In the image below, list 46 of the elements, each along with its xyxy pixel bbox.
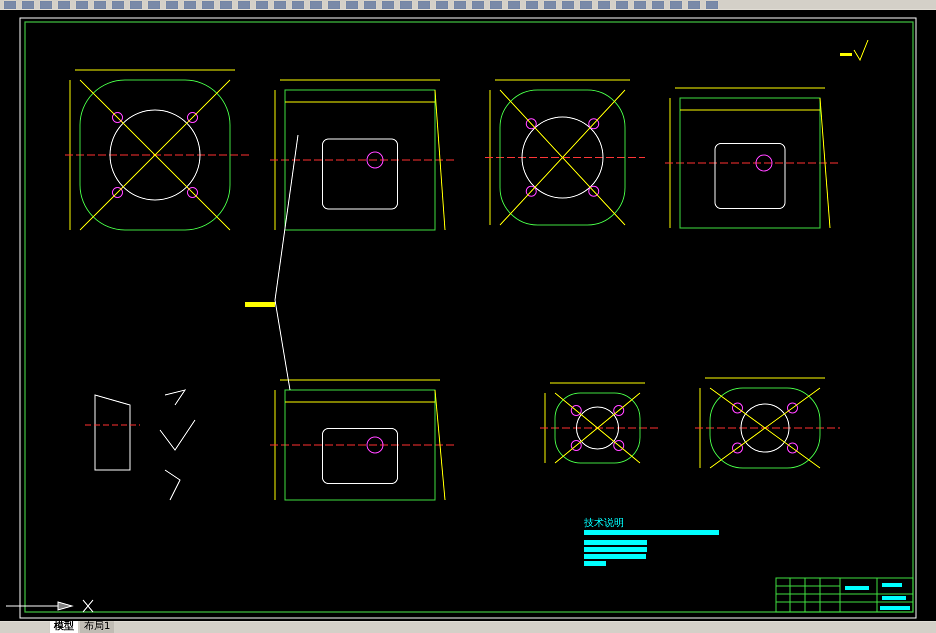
toolbar-icon[interactable] [436, 1, 448, 9]
label-tag [245, 302, 275, 307]
toolbar-icon[interactable] [166, 1, 178, 9]
toolbar-icon[interactable] [382, 1, 394, 9]
toolbar-icon[interactable] [544, 1, 556, 9]
toolbar-icon[interactable] [274, 1, 286, 9]
toolbar-icon[interactable] [4, 1, 16, 9]
toolbar-icon[interactable] [256, 1, 268, 9]
toolbar-icon[interactable] [454, 1, 466, 9]
toolbar-icon[interactable] [346, 1, 358, 9]
toolbar-icon[interactable] [220, 1, 232, 9]
notes-heading: 技术说明 [584, 518, 624, 529]
toolbar-icon[interactable] [58, 1, 70, 9]
layout-tab[interactable]: 模型 [50, 621, 78, 633]
toolbar-icon[interactable] [472, 1, 484, 9]
toolbar-icon[interactable] [598, 1, 610, 9]
toolbar-icon[interactable] [634, 1, 646, 9]
toolbar-icon[interactable] [526, 1, 538, 9]
toolbar-icon[interactable] [400, 1, 412, 9]
toolbar-icon[interactable] [490, 1, 502, 9]
toolbar-icon[interactable] [310, 1, 322, 9]
toolbar-icon[interactable] [148, 1, 160, 9]
toolbar-icon[interactable] [184, 1, 196, 9]
toolbar-icon[interactable] [616, 1, 628, 9]
toolbar-icon[interactable] [652, 1, 664, 9]
toolbar-icon[interactable] [670, 1, 682, 9]
toolbar-icon[interactable] [508, 1, 520, 9]
toolbar-icon[interactable] [328, 1, 340, 9]
toolbar-icon[interactable] [418, 1, 430, 9]
ucs-axis-icon [6, 600, 94, 612]
toolbar-icon[interactable] [40, 1, 52, 9]
layout-tab[interactable]: 布局1 [80, 621, 114, 633]
toolbar-icon[interactable] [292, 1, 304, 9]
toolbar-icon[interactable] [130, 1, 142, 9]
toolbar-icon[interactable] [76, 1, 88, 9]
toolbar-icon[interactable] [202, 1, 214, 9]
toolbar-icon[interactable] [580, 1, 592, 9]
toolbar-icon[interactable] [562, 1, 574, 9]
toolbar-icon[interactable] [688, 1, 700, 9]
toolbar-icon[interactable] [22, 1, 34, 9]
roughness-symbol-icon [840, 40, 868, 62]
toolbar-icon[interactable] [364, 1, 376, 9]
toolbar-icon[interactable] [94, 1, 106, 9]
toolbar-icon[interactable] [706, 1, 718, 9]
toolbar-icon[interactable] [112, 1, 124, 9]
toolbar-icon[interactable] [238, 1, 250, 9]
